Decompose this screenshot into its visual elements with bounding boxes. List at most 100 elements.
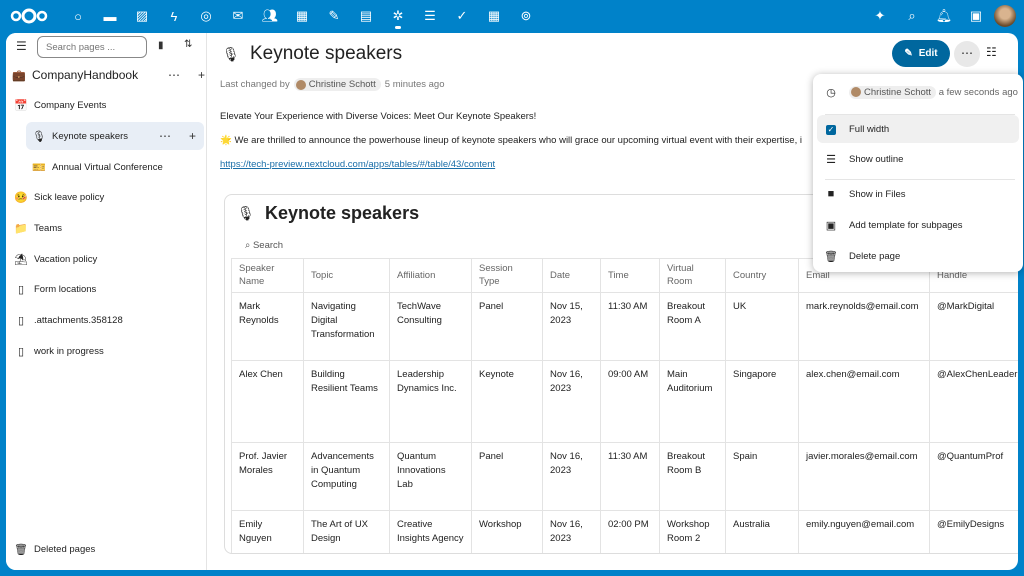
column-header[interactable]: Virtual Room — [659, 258, 726, 293]
page-icon: ▯ — [17, 345, 25, 358]
tables-icon[interactable]: ▦ — [478, 0, 510, 32]
table-cell: @MarkDigital — [929, 291, 1018, 361]
sidebar-item[interactable]: 📁 Teams — [14, 214, 215, 242]
column-header[interactable]: Country — [725, 258, 799, 293]
column-header[interactable]: Date — [542, 258, 601, 293]
add-icon[interactable]: + — [189, 129, 196, 143]
table-cell: Creative Insights Agency — [389, 509, 472, 553]
menu-icon[interactable]: ☰ — [16, 39, 27, 53]
sidebar-item[interactable]: ▯ .attachments.358128 — [14, 306, 215, 334]
add-icon[interactable]: + — [198, 68, 205, 82]
contacts-menu-icon[interactable]: ▣ — [962, 0, 990, 32]
checkbox-checked-icon[interactable]: ✓ — [826, 125, 836, 135]
table-cell: Navigating Digital Transformation — [303, 291, 390, 361]
sidebar-item[interactable]: ▯ Form locations — [14, 275, 215, 303]
microphone-icon: 🎙 — [237, 205, 255, 221]
user-avatar[interactable] — [994, 5, 1016, 27]
table-cell: 09:00 AM — [600, 359, 660, 443]
table-cell: Emily Nguyen — [231, 509, 304, 553]
column-header[interactable]: Time — [600, 258, 660, 293]
deleted-pages[interactable]: 🗑︎ Deleted pages — [14, 535, 215, 563]
author-chip[interactable]: Christine Schott — [293, 78, 381, 91]
table-cell: Spain — [725, 441, 799, 511]
menu-show-in-files[interactable]: ■ Show in Files — [817, 180, 1019, 208]
search-icon[interactable]: ⌕ — [898, 0, 926, 32]
avatar — [851, 87, 861, 97]
collective-title[interactable]: 💼 CompanyHandbook ⋯ + — [12, 61, 213, 89]
more-icon[interactable]: ⋯ — [159, 129, 171, 143]
table-cell: Nov 15, 2023 — [542, 291, 601, 361]
table-search[interactable]: ⌕ Search — [245, 240, 283, 251]
column-header[interactable]: Topic — [303, 258, 390, 293]
table-row[interactable]: Emily Nguyen The Art of UX Design Creative… — [231, 509, 1018, 553]
briefcase-icon: 💼 — [12, 69, 26, 82]
table-cell: Nov 16, 2023 — [542, 441, 601, 511]
pages-icon[interactable]: ▮ — [158, 40, 164, 51]
table-cell: Leadership Dynamics Inc. — [389, 359, 472, 443]
sort-icon[interactable]: ⇅ — [184, 39, 192, 50]
checkmark-icon[interactable]: ✓ — [446, 0, 478, 32]
deck-icon[interactable]: ▤ — [350, 0, 382, 32]
author-chip: Christine Schott — [849, 85, 937, 99]
notes-icon[interactable]: ✎ — [318, 0, 350, 32]
table-link[interactable]: https://tech-preview.nextcloud.com/apps/… — [220, 159, 495, 170]
page-icon: 🤒 — [14, 191, 28, 204]
table-cell: javier.morales@email.com — [798, 441, 930, 511]
table-cell: The Art of UX Design — [303, 509, 390, 553]
table-cell: Workshop — [471, 509, 543, 553]
table-cell: Mark Reynolds — [231, 291, 304, 361]
notifications-icon[interactable]: 🔔︎ — [930, 0, 958, 32]
nextcloud-logo[interactable] — [10, 8, 48, 24]
column-header[interactable]: Session Type — [471, 258, 543, 293]
table-cell: @EmilyDesigns — [929, 509, 1018, 553]
column-header[interactable]: Affiliation — [389, 258, 472, 293]
table-cell: Breakout Room A — [659, 291, 726, 361]
page-actions-button[interactable]: ⋯ — [954, 41, 980, 67]
column-header[interactable]: Speaker Name — [231, 258, 304, 293]
outline-toggle-icon[interactable]: ☷ — [986, 45, 997, 59]
sidebar-item[interactable]: 🤒 Sick leave policy — [14, 183, 215, 211]
assistant-icon[interactable]: ✦ — [866, 0, 894, 32]
paragraph-text: 🌟 We are thrilled to announce the powerh… — [220, 135, 802, 146]
page-title: Keynote speakers — [250, 43, 403, 64]
activity-icon[interactable]: ϟ — [158, 0, 190, 32]
sidebar-item[interactable]: 🎙 Keynote speakers ⋯ + — [26, 122, 204, 150]
link-icon[interactable]: ⊚ — [510, 0, 542, 32]
menu-add-template[interactable]: ▣ Add template for subpages — [817, 211, 1019, 239]
table-cell: Panel — [471, 441, 543, 511]
table-title: Keynote speakers — [265, 203, 420, 223]
photos-icon[interactable]: ▨ — [126, 0, 158, 32]
table-cell: Nov 16, 2023 — [542, 359, 601, 443]
sidebar-item[interactable]: ⛱ Vacation policy — [14, 245, 215, 273]
table-cell: Alex Chen — [231, 359, 304, 443]
sidebar-item[interactable]: 📅 Company Events — [14, 91, 215, 119]
talk-icon[interactable]: ◎ — [190, 0, 222, 32]
sidebar-item[interactable]: 🎫 Annual Virtual Conference — [32, 153, 233, 181]
menu-full-width[interactable]: ✓ Full width — [817, 115, 1019, 143]
dashboard-icon[interactable]: ○ — [62, 0, 94, 32]
page-icon: ⛱ — [14, 253, 28, 266]
more-icon[interactable]: ⋯ — [168, 68, 180, 82]
files-icon[interactable]: ▬ — [94, 0, 126, 32]
sidebar: ☰ ▮ ⇅ 💼CompanyHandbook ⋯+ 📅Company Event… — [6, 33, 207, 570]
tasks-icon[interactable]: ☰ — [414, 0, 446, 32]
folder-icon: ■ — [827, 188, 835, 200]
edit-button[interactable]: ✎ Edit — [892, 40, 950, 67]
table-cell: Australia — [725, 509, 799, 553]
table-row[interactable]: Alex Chen Building Resilient Teams Leaders… — [231, 359, 1018, 443]
collectives-icon[interactable]: ✲ — [382, 0, 414, 32]
table-cell: Panel — [471, 291, 543, 361]
table-cell: Workshop Room 2 — [659, 509, 726, 553]
mail-icon[interactable]: ✉ — [222, 0, 254, 32]
table-row[interactable]: Mark Reynolds Navigating Digital Transfor… — [231, 291, 1018, 361]
menu-delete-page[interactable]: 🗑︎ Delete page — [817, 242, 1019, 270]
page-icon: ▯ — [17, 314, 25, 327]
menu-show-outline[interactable]: ☰ Show outline — [817, 145, 1019, 173]
calendar-icon[interactable]: ▦ — [286, 0, 318, 32]
page-icon: 📅 — [14, 99, 28, 112]
table-row[interactable]: Prof. Javier Morales Advancements in Quan… — [231, 441, 1018, 511]
clock-icon: ◷ — [826, 86, 836, 99]
sidebar-item[interactable]: ▯ work in progress — [14, 337, 215, 365]
search-pages-input[interactable] — [37, 36, 147, 58]
contacts-icon[interactable]: 👥︎ — [254, 0, 286, 32]
